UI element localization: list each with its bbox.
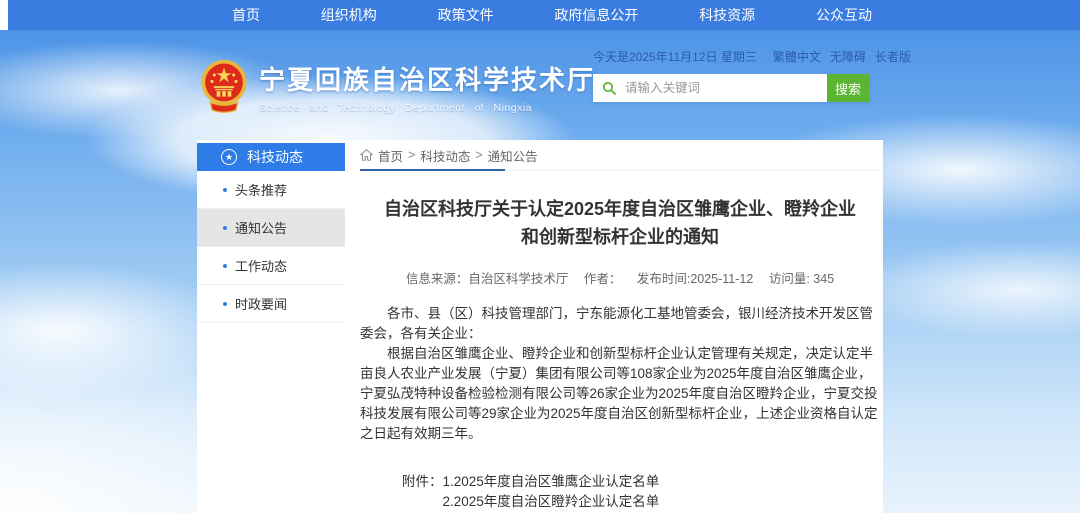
meta-author: 作者： <box>584 272 622 286</box>
sidebar-item-notices[interactable]: 通知公告 <box>197 209 345 247</box>
breadcrumb-home[interactable]: 首页 <box>378 146 403 165</box>
article-title-line1: 自治区科技厅关于认定2025年度自治区雏鹰企业、瞪羚企业 <box>360 195 880 223</box>
article-title: 自治区科技厅关于认定2025年度自治区雏鹰企业、瞪羚企业 和创新型标杆企业的通知 <box>360 195 880 251</box>
search-bar: 搜索 <box>593 74 869 102</box>
search-button[interactable]: 搜索 <box>827 74 869 102</box>
header-top-links: 今天是2025年11月12日 星期三 繁體中文 无障碍 长者版 <box>593 48 873 65</box>
nav-item-home[interactable]: 首页 <box>232 5 260 25</box>
attachments-block: 附件： 1.2025年度自治区雏鹰企业认定名单 2.2025年度自治区瞪羚企业认… <box>360 472 880 513</box>
star-circle-icon: ★ <box>221 149 237 165</box>
search-input[interactable] <box>593 74 827 102</box>
nav-item-policy[interactable]: 政策文件 <box>438 5 494 25</box>
meta-publish-time: 发布时间:2025-11-12 <box>637 272 754 286</box>
content-wrapper: ★ 科技动态 头条推荐 通知公告 工作动态 时政要闻 <box>197 140 883 513</box>
link-traditional-chinese[interactable]: 繁體中文 <box>773 48 821 65</box>
breadcrumb-current[interactable]: 通知公告 <box>488 146 538 165</box>
site-titles: 宁夏回族自治区科学技术厅 Science and Technology Depa… <box>259 60 595 114</box>
article-paragraph: 各市、县（区）科技管理部门，宁东能源化工基地管委会，银川经济技术开发区管委会，各… <box>360 304 880 344</box>
site-header: 宁夏回族自治区科学技术厅 Science and Technology Depa… <box>197 44 883 136</box>
attachments-list: 1.2025年度自治区雏鹰企业认定名单 2.2025年度自治区瞪羚企业认定名单 … <box>443 472 700 513</box>
breadcrumb-separator: > <box>408 148 415 162</box>
sidebar-item-headline[interactable]: 头条推荐 <box>197 171 345 209</box>
article-title-line2: 和创新型标杆企业的通知 <box>360 223 880 251</box>
sidebar-item-current-affairs[interactable]: 时政要闻 <box>197 285 345 323</box>
page: 首页 组织机构 政策文件 政府信息公开 科技资源 公众互动 <box>0 0 1080 513</box>
attachments-label: 附件： <box>402 472 443 513</box>
sidebar-title: 科技动态 <box>247 147 303 167</box>
sidebar-item-label: 时政要闻 <box>235 294 287 313</box>
nav-item-resources[interactable]: 科技资源 <box>699 5 755 25</box>
search-icon <box>602 81 616 95</box>
sidebar-header: ★ 科技动态 <box>197 143 345 171</box>
bullet-dot-icon <box>223 264 227 268</box>
bullet-dot-icon <box>223 302 227 306</box>
sidebar-item-label: 通知公告 <box>235 218 287 237</box>
national-emblem-logo <box>201 58 247 116</box>
nav-item-organization[interactable]: 组织机构 <box>321 5 377 25</box>
search-input-wrap <box>593 74 827 102</box>
site-subtitle-en: Science and Technology Department of Nin… <box>259 102 595 114</box>
sidebar-item-label: 工作动态 <box>235 256 287 275</box>
link-elder-version[interactable]: 长者版 <box>875 48 911 65</box>
home-icon <box>360 149 373 161</box>
sidebar-item-work-trends[interactable]: 工作动态 <box>197 247 345 285</box>
link-accessibility[interactable]: 无障碍 <box>830 48 866 65</box>
bullet-dot-icon <box>223 188 227 192</box>
header-right: 今天是2025年11月12日 星期三 繁體中文 无障碍 长者版 搜索 <box>593 48 873 102</box>
sidebar-item-label: 头条推荐 <box>235 180 287 199</box>
meta-source: 信息来源：自治区科学技术厅 <box>406 272 569 286</box>
top-navigation-items: 首页 组织机构 政策文件 政府信息公开 科技资源 公众互动 <box>232 5 872 25</box>
meta-visits: 访问量: 345 <box>769 272 834 286</box>
article-meta: 信息来源：自治区科学技术厅 作者： 发布时间:2025-11-12 访问量: 3… <box>360 268 880 287</box>
nav-item-interaction[interactable]: 公众互动 <box>816 5 872 25</box>
current-date: 今天是2025年11月12日 星期三 <box>593 48 757 65</box>
breadcrumb: 首页 > 科技动态 > 通知公告 <box>360 140 880 171</box>
site-title: 宁夏回族自治区科学技术厅 <box>259 60 595 97</box>
top-navigation: 首页 组织机构 政策文件 政府信息公开 科技资源 公众互动 <box>8 0 1080 30</box>
sidebar: ★ 科技动态 头条推荐 通知公告 工作动态 时政要闻 <box>197 143 345 323</box>
sidebar-list: 头条推荐 通知公告 工作动态 时政要闻 <box>197 171 345 323</box>
article-body: 各市、县（区）科技管理部门，宁东能源化工基地管委会，银川经济技术开发区管委会，各… <box>360 304 880 444</box>
attachment-item[interactable]: 2.2025年度自治区瞪羚企业认定名单 <box>443 492 700 512</box>
main-column: 首页 > 科技动态 > 通知公告 自治区科技厅关于认定2025年度自治区雏鹰企业… <box>360 140 880 513</box>
bullet-dot-icon <box>223 226 227 230</box>
article-paragraph: 根据自治区雏鹰企业、瞪羚企业和创新型标杆企业认定管理有关规定，决定认定半亩良人农… <box>360 344 880 444</box>
nav-item-gov-info[interactable]: 政府信息公开 <box>554 5 638 25</box>
breadcrumb-section[interactable]: 科技动态 <box>420 146 470 165</box>
breadcrumb-separator: > <box>475 148 482 162</box>
attachment-item[interactable]: 1.2025年度自治区雏鹰企业认定名单 <box>443 472 700 492</box>
breadcrumb-active-underline <box>360 169 505 171</box>
logo-row: 宁夏回族自治区科学技术厅 Science and Technology Depa… <box>201 58 595 116</box>
